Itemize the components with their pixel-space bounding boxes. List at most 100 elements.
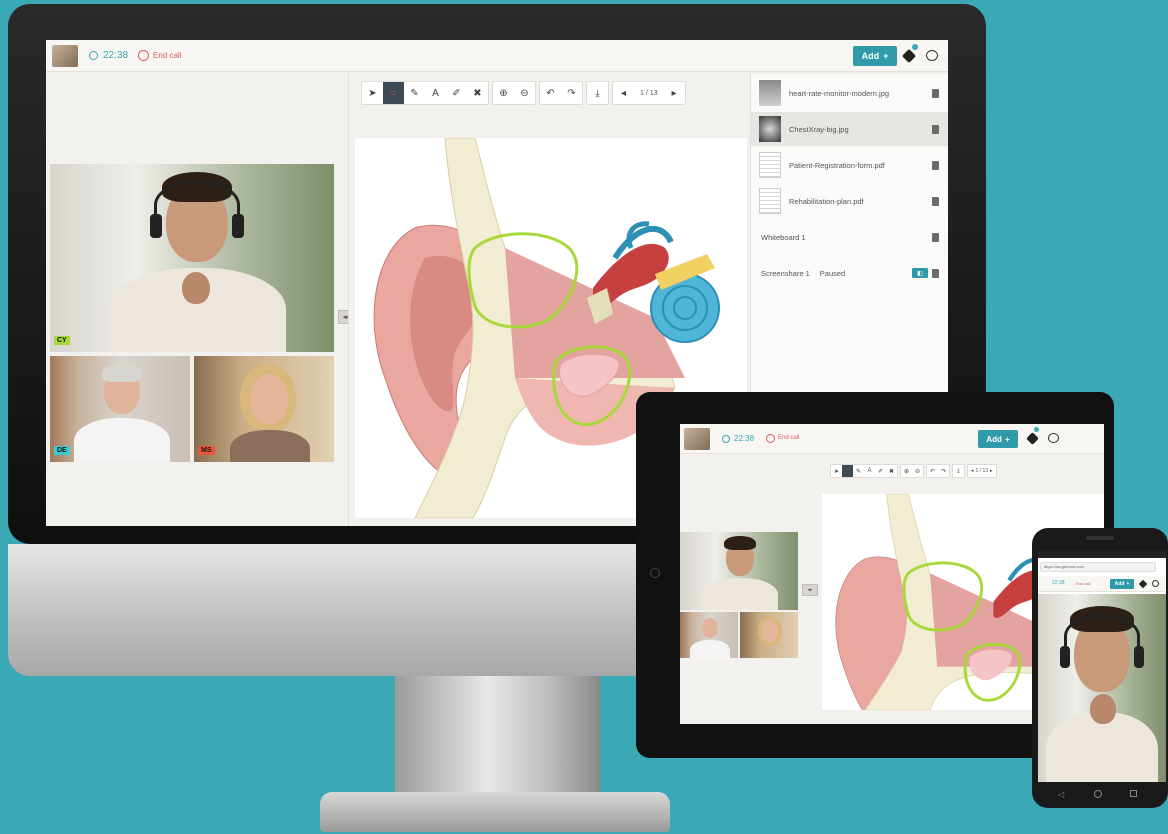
undo-icon[interactable]: ↶ bbox=[927, 468, 938, 475]
pen-icon[interactable]: ✎ bbox=[404, 82, 425, 104]
collapse-handle[interactable]: ◂▸ bbox=[802, 584, 818, 596]
add-button-label: Add bbox=[861, 51, 880, 61]
end-call-icon[interactable] bbox=[138, 50, 149, 61]
clear-icon[interactable]: ✖ bbox=[886, 468, 897, 475]
prev-page-icon[interactable]: ◂ bbox=[613, 82, 634, 104]
end-call-button[interactable]: End call bbox=[778, 435, 799, 441]
end-call-button[interactable]: End call bbox=[1076, 581, 1090, 586]
add-button[interactable]: Add + bbox=[978, 430, 1018, 448]
file-name: Whiteboard 1 bbox=[761, 232, 806, 242]
end-call-icon[interactable] bbox=[766, 434, 775, 443]
prev-page-icon[interactable]: ◂ bbox=[971, 468, 974, 474]
add-button-label: Add bbox=[1114, 581, 1125, 587]
participant-face bbox=[250, 374, 288, 424]
add-button[interactable]: Add + bbox=[1110, 579, 1134, 589]
file-item[interactable]: Whiteboard 1 bbox=[751, 220, 948, 254]
file-thumbnail bbox=[759, 80, 781, 106]
draw-tools: ➤ ○ ✎ A ✐ ✖ bbox=[361, 81, 489, 105]
pager: ◂ 1 / 13 ▸ bbox=[612, 81, 686, 105]
file-name: Patient-Registration-form.pdf bbox=[789, 160, 885, 170]
back-icon[interactable]: ◁ bbox=[1058, 790, 1064, 799]
file-item[interactable]: heart-rate-monitor-modern.jpg bbox=[751, 76, 948, 110]
video-tile-main[interactable]: CY bbox=[50, 164, 334, 352]
file-status: Paused bbox=[819, 268, 846, 278]
text-icon[interactable]: A bbox=[425, 82, 446, 104]
clear-icon[interactable]: ✖ bbox=[467, 82, 488, 104]
redo-icon[interactable]: ↷ bbox=[938, 468, 949, 475]
whiteboard-toolbar: ➤ ○ ✎ A ✐ ✖ ⊕ ⊖ ↶ ↷ ⤓ ◂ 1 / 13 ▸ bbox=[361, 80, 686, 106]
trash-icon[interactable] bbox=[932, 124, 939, 134]
video-tile-main[interactable] bbox=[680, 532, 798, 610]
phone-speaker bbox=[1086, 536, 1114, 540]
phone-device: https://surgeroom.com 22:38 End call Add… bbox=[1032, 528, 1168, 808]
video-tile-de[interactable]: DE bbox=[50, 356, 190, 462]
video-tile-main[interactable] bbox=[1038, 594, 1166, 782]
call-timer: 22:38 bbox=[103, 50, 129, 61]
participant-face bbox=[702, 618, 718, 638]
file-item[interactable]: Patient-Registration-form.pdf bbox=[751, 148, 948, 182]
pen-icon[interactable]: ✎ bbox=[853, 468, 864, 475]
zoom-in-icon[interactable]: ⊕ bbox=[901, 468, 912, 475]
next-page-icon[interactable]: ▸ bbox=[664, 82, 685, 104]
video-tile-de[interactable] bbox=[680, 612, 738, 658]
text-icon[interactable]: A bbox=[864, 468, 875, 474]
participant-hair bbox=[102, 364, 142, 382]
browser-url-bar[interactable]: https://surgeroom.com bbox=[1040, 562, 1156, 572]
file-item[interactable]: Rehabilitation-plan.pdf bbox=[751, 184, 948, 218]
layers-icon[interactable] bbox=[1026, 432, 1039, 445]
phone-status-bar bbox=[1038, 550, 1166, 558]
zoom-out-icon[interactable]: ⊖ bbox=[912, 468, 923, 475]
trash-icon[interactable] bbox=[932, 160, 939, 170]
pointer-icon[interactable]: ➤ bbox=[362, 82, 383, 104]
file-item[interactable]: ChestXray-big.jpg bbox=[751, 112, 948, 146]
next-page-icon[interactable]: ▸ bbox=[990, 468, 993, 474]
headset-ear-right bbox=[1134, 646, 1144, 668]
trash-icon[interactable] bbox=[932, 88, 939, 98]
self-avatar[interactable] bbox=[52, 45, 78, 67]
end-call-button[interactable]: End call bbox=[153, 51, 181, 60]
recents-icon[interactable] bbox=[1130, 790, 1137, 797]
headset-icon bbox=[154, 180, 240, 230]
trash-icon[interactable] bbox=[932, 232, 939, 242]
participant-face bbox=[762, 620, 778, 642]
lasso-icon[interactable]: ○ bbox=[383, 82, 404, 104]
participant-tag-cy: CY bbox=[54, 336, 70, 345]
participant-body bbox=[230, 430, 310, 462]
chat-icon[interactable] bbox=[926, 50, 938, 61]
trash-icon[interactable] bbox=[932, 268, 939, 278]
add-button[interactable]: Add + bbox=[853, 46, 897, 66]
highlighter-icon[interactable]: ✐ bbox=[875, 468, 886, 475]
self-avatar[interactable] bbox=[684, 428, 710, 450]
file-thumbnail bbox=[759, 116, 781, 142]
download-icon[interactable]: ⤓ bbox=[587, 82, 608, 104]
chat-icon[interactable] bbox=[1048, 433, 1059, 443]
call-top-bar: 22:38 End call Add + bbox=[46, 40, 948, 72]
file-item[interactable]: Screenshare 1 Paused ◧ bbox=[751, 256, 948, 290]
participant-body bbox=[74, 418, 170, 462]
redo-icon[interactable]: ↷ bbox=[561, 82, 582, 104]
lasso-icon[interactable] bbox=[842, 465, 853, 477]
desktop-monitor-stand bbox=[395, 676, 600, 796]
headset-ear-left bbox=[150, 214, 162, 238]
chat-icon[interactable] bbox=[1152, 580, 1159, 587]
download-icon[interactable]: ⤓ bbox=[953, 468, 964, 475]
video-tile-ms[interactable]: MS bbox=[194, 356, 334, 462]
highlighter-icon[interactable]: ✐ bbox=[446, 82, 467, 104]
zoom-out-icon[interactable]: ⊖ bbox=[514, 82, 535, 104]
zoom-in-icon[interactable]: ⊕ bbox=[493, 82, 514, 104]
layers-icon[interactable] bbox=[901, 48, 917, 64]
screenshare-badge[interactable]: ◧ bbox=[912, 268, 928, 278]
pointer-icon[interactable]: ➤ bbox=[831, 468, 842, 475]
home-icon[interactable] bbox=[1094, 790, 1102, 798]
zoom-tools: ⊕ ⊖ bbox=[492, 81, 536, 105]
video-tile-ms[interactable] bbox=[740, 612, 798, 658]
call-timer: 22:38 bbox=[1052, 580, 1065, 586]
file-name: heart-rate-monitor-modern.jpg bbox=[789, 88, 890, 98]
participant-body bbox=[690, 640, 730, 658]
trash-icon[interactable] bbox=[932, 196, 939, 206]
undo-icon[interactable]: ↶ bbox=[540, 82, 561, 104]
add-button-label: Add bbox=[986, 434, 1002, 444]
tablet-top-bar: 22:38 End call Add + bbox=[680, 424, 1104, 454]
layers-icon[interactable] bbox=[1138, 579, 1148, 589]
file-thumbnail bbox=[759, 188, 781, 214]
